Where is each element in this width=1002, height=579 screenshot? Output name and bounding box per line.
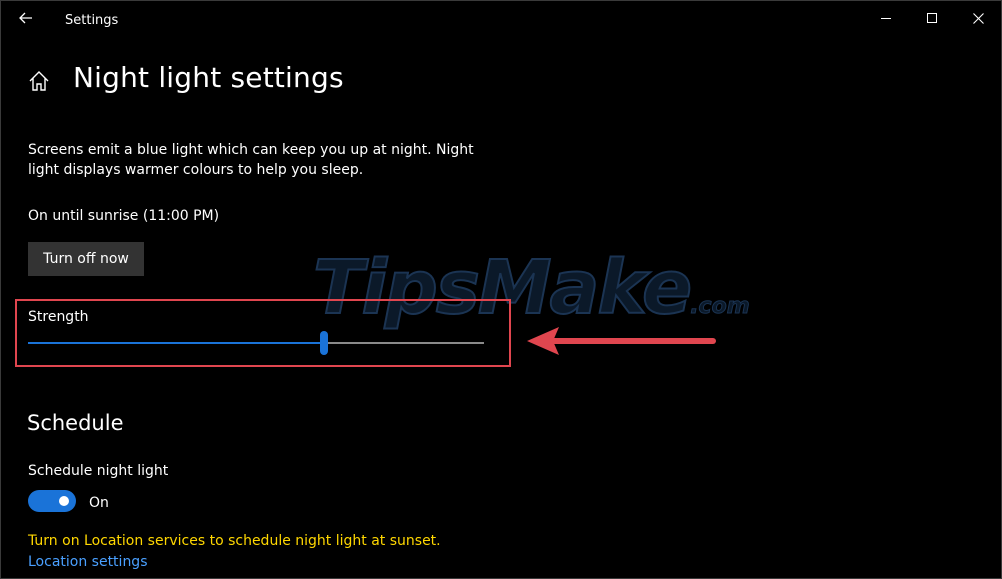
- strength-label: Strength: [28, 309, 89, 325]
- close-icon: [972, 12, 984, 24]
- back-arrow-icon: [19, 12, 32, 24]
- maximize-icon: [927, 13, 937, 23]
- night-light-status: On until sunrise (11:00 PM): [28, 208, 220, 224]
- page-title: Night light settings: [73, 61, 344, 94]
- minimize-icon: [881, 18, 891, 19]
- toggle-state-label: On: [89, 495, 109, 511]
- location-warning-text: Turn on Location services to schedule ni…: [28, 533, 441, 549]
- title-bar: Settings: [1, 1, 1001, 39]
- schedule-night-light-label: Schedule night light: [28, 463, 169, 479]
- strength-slider[interactable]: [28, 329, 484, 357]
- night-light-description: Screens emit a blue light which can keep…: [28, 142, 474, 178]
- back-button[interactable]: [9, 3, 43, 33]
- turn-off-now-button[interactable]: Turn off now: [28, 242, 144, 276]
- red-arrow-icon: [527, 327, 716, 355]
- settings-window: Settings Night light settings TipsMake.c…: [0, 0, 1002, 579]
- slider-thumb[interactable]: [320, 331, 328, 355]
- window-title: Settings: [65, 13, 119, 28]
- maximize-button[interactable]: [909, 1, 955, 35]
- toggle-knob: [59, 496, 69, 506]
- close-button[interactable]: [955, 1, 1001, 35]
- watermark-suffix: .com: [690, 294, 750, 320]
- schedule-heading: Schedule: [27, 411, 124, 435]
- minimize-button[interactable]: [863, 1, 909, 35]
- home-button[interactable]: [25, 67, 53, 95]
- home-icon: [29, 71, 49, 91]
- schedule-toggle[interactable]: [28, 490, 76, 512]
- location-settings-link[interactable]: Location settings: [28, 554, 148, 570]
- slider-fill: [28, 342, 324, 344]
